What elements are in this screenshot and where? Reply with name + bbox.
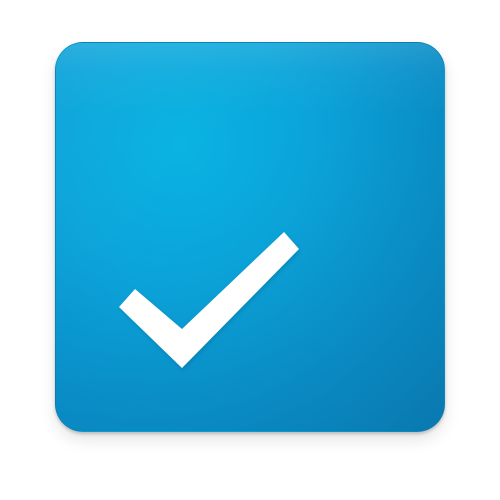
checkmark-shape: [119, 232, 299, 368]
checkmark-icon: [119, 232, 299, 368]
checklist-app-tile[interactable]: [55, 42, 445, 432]
app-icon-canvas: [0, 0, 500, 500]
